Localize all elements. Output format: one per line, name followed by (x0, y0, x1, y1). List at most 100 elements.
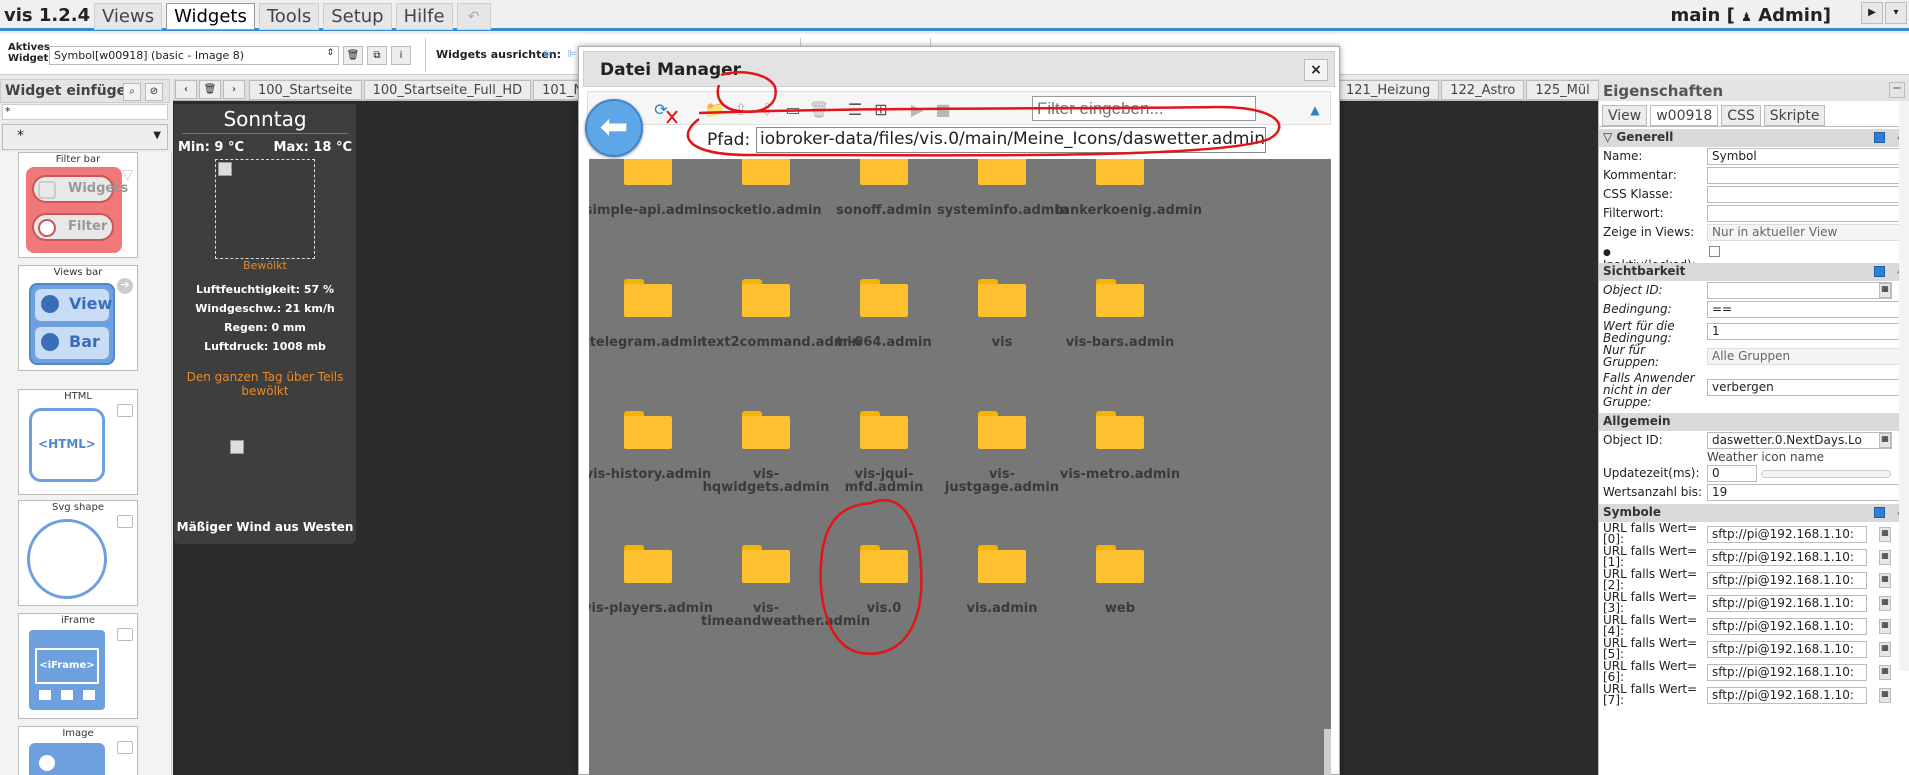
menu-hilfe[interactable]: Hilfe (395, 3, 453, 30)
folder-item[interactable]: sonoff.admin (819, 159, 949, 217)
pin-icon[interactable]: ⊘ (145, 83, 163, 101)
folder-item[interactable]: vis-bars.admin (1055, 279, 1185, 349)
object-id-input[interactable] (1707, 282, 1892, 299)
grid-view-icon[interactable]: ⊞ (870, 100, 892, 120)
chevron-down-icon[interactable]: ▾ (1885, 2, 1907, 24)
grid-scrollbar[interactable] (1324, 729, 1331, 775)
trash-icon[interactable]: 🗑 (199, 80, 221, 99)
section-allgemein[interactable]: Allgemein (1599, 413, 1909, 431)
tab-100-startseite[interactable]: 100_Startseite (249, 80, 362, 100)
filter-word-input[interactable] (1707, 205, 1909, 222)
upload-icon[interactable]: ⇧ (730, 100, 752, 120)
select-file-icon[interactable]: ▦ (1879, 527, 1891, 542)
menu-widgets[interactable]: Widgets (166, 3, 255, 30)
section-generell[interactable]: ▽ Generell ▲ (1599, 129, 1909, 147)
tab-121-heizung[interactable]: 121_Heizung (1337, 80, 1440, 100)
props-scrollbar[interactable] (1899, 101, 1909, 671)
url-input[interactable]: sftp://pi@192.168.1.10: (1707, 618, 1867, 635)
count-input[interactable]: 19 (1707, 484, 1909, 501)
url-input[interactable]: sftp://pi@192.168.1.10: (1707, 595, 1867, 612)
palette-item-filter-bar[interactable]: Filter bar Widgets Filter ▽ (18, 152, 138, 258)
select-file-icon[interactable]: ▦ (1879, 688, 1891, 703)
folder-item[interactable]: vis (937, 279, 1067, 349)
folder-item[interactable]: vis-justgage.admin (937, 411, 1067, 494)
views-input[interactable]: Nur in aktueller View (1707, 224, 1909, 241)
folder-item[interactable]: vis-metro.admin (1055, 411, 1185, 481)
url-input[interactable]: sftp://pi@192.168.1.10: (1707, 572, 1867, 589)
tab-skripte[interactable]: Skripte (1763, 105, 1826, 126)
play-icon[interactable]: ▶ (906, 100, 928, 120)
search-icon[interactable]: ⌕ (123, 83, 141, 101)
tab-widget[interactable]: w00918 (1650, 105, 1719, 126)
menu-views[interactable]: Views (94, 3, 163, 30)
warning-icon[interactable]: ▲ (1304, 100, 1326, 120)
select-file-icon[interactable]: ▦ (1879, 665, 1891, 680)
select-file-icon[interactable]: ▦ (1879, 596, 1891, 611)
refresh-icon[interactable]: ⟳ (650, 100, 672, 120)
update-time-input[interactable]: 0 (1707, 465, 1757, 482)
folder-item[interactable]: socketio.admin (701, 159, 831, 217)
select-id-icon[interactable]: ▦ (1879, 283, 1891, 298)
tab-css[interactable]: CSS (1721, 105, 1761, 126)
palette-item-image[interactable]: Image (18, 726, 138, 775)
section-symbole[interactable]: Symbole ▲ (1599, 504, 1909, 522)
folder-item[interactable]: vis-players.admin (589, 545, 713, 615)
path-input[interactable]: iobroker-data/files/vis.0/main/Meine_Ico… (756, 127, 1266, 153)
folder-item[interactable]: vis.0 (819, 545, 949, 615)
name-input[interactable]: Symbol (1707, 148, 1909, 165)
back-button[interactable]: ⬅ (585, 99, 643, 157)
active-widget-select[interactable]: Symbol[w00918] (basic - Image 8) ⇕ (49, 46, 339, 65)
folder-item[interactable]: vis-hqwidgets.admin (701, 411, 831, 494)
tab-125-muell[interactable]: 125_Mül (1526, 80, 1599, 100)
weather-widget[interactable]: Sonntag Min: 9 °C Max: 18 °C Bewölkt Luf… (174, 104, 356, 544)
chevron-right-icon[interactable]: › (223, 80, 245, 99)
palette-item-iframe[interactable]: iFrame <iFrame> (18, 613, 138, 719)
update-time-slider[interactable] (1761, 470, 1891, 478)
undo-icon[interactable]: ↶ (456, 3, 491, 30)
list-view-icon[interactable]: ☰ (844, 100, 866, 120)
folder-item[interactable]: tankerkoenig.admin (1055, 159, 1202, 217)
folder-item[interactable]: vis.admin (937, 545, 1067, 615)
play-icon[interactable]: ▶ (1861, 2, 1883, 24)
folder-item[interactable]: systeminfo.admin (937, 159, 1068, 217)
select-file-icon[interactable]: ▦ (1879, 619, 1891, 634)
delete-widget-icon[interactable]: 🗑 (343, 46, 363, 65)
new-folder-icon[interactable]: 📁 (704, 100, 726, 120)
url-input[interactable]: sftp://pi@192.168.1.10: (1707, 526, 1867, 543)
tab-100-startseite-full-hd[interactable]: 100_Startseite_Full_HD (363, 80, 532, 100)
info-icon[interactable]: i (391, 46, 411, 65)
url-input[interactable]: sftp://pi@192.168.1.10: (1707, 687, 1867, 704)
object-id-2-input[interactable]: daswetter.0.NextDays.Lo (1707, 432, 1892, 449)
section-checkbox[interactable] (1874, 266, 1885, 277)
palette-item-svg-shape[interactable]: Svg shape (18, 500, 138, 606)
copy-widget-icon[interactable]: ⧉ (367, 46, 387, 65)
palette-filter-input[interactable]: * (2, 104, 168, 120)
comment-input[interactable] (1707, 167, 1909, 184)
folder-item[interactable]: tr-064.admin (819, 279, 949, 349)
condition-value-input[interactable]: 1 (1707, 323, 1909, 340)
folder-item[interactable]: vis-jqui-mfd.admin (819, 411, 949, 494)
folder-item[interactable]: text2command.admin (701, 279, 861, 349)
condition-select[interactable]: == (1707, 301, 1909, 318)
locked-checkbox[interactable] (1709, 246, 1720, 257)
select-file-icon[interactable]: ▦ (1879, 550, 1891, 565)
folder-item[interactable]: telegram.admin (589, 279, 713, 349)
not-in-group-select[interactable]: verbergen (1707, 379, 1909, 396)
select-id-icon[interactable]: ▦ (1879, 433, 1891, 448)
url-input[interactable]: sftp://pi@192.168.1.10: (1707, 641, 1867, 658)
folder-item[interactable]: vis-history.admin (589, 411, 713, 481)
section-sichtbarkeit[interactable]: Sichtbarkeit ▲ (1599, 263, 1909, 281)
file-filter-input[interactable] (1032, 96, 1256, 121)
url-input[interactable]: sftp://pi@192.168.1.10: (1707, 664, 1867, 681)
download-icon[interactable]: ⇩ (756, 100, 778, 120)
groups-input[interactable]: Alle Gruppen (1707, 348, 1909, 365)
widget-set-select[interactable]: * ▼ (2, 124, 168, 150)
trash-icon[interactable]: 🗑 (808, 100, 830, 120)
close-icon[interactable]: × (1304, 59, 1328, 81)
folder-item[interactable]: simple-api.admin (589, 159, 713, 217)
dialog-titlebar[interactable]: Datei Manager × (583, 51, 1335, 87)
menu-tools[interactable]: Tools (258, 3, 320, 30)
chevron-left-icon[interactable]: ‹ (175, 80, 197, 99)
tab-view[interactable]: View (1602, 105, 1648, 126)
url-input[interactable]: sftp://pi@192.168.1.10: (1707, 549, 1867, 566)
